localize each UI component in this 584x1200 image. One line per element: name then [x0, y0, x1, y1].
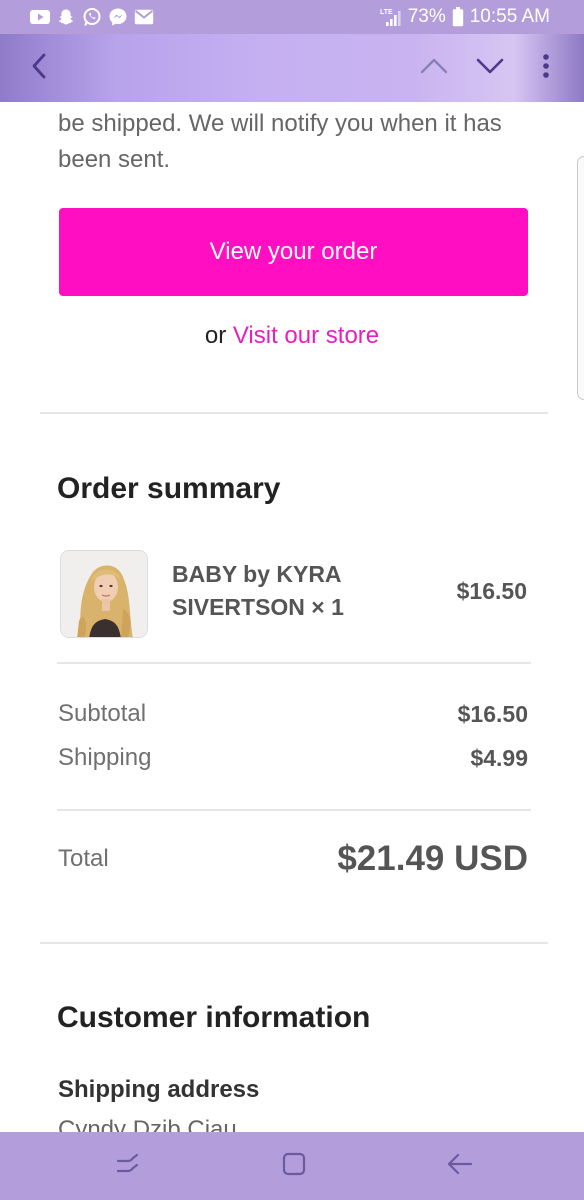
- snapchat-icon: [56, 7, 76, 27]
- whatsapp-icon: [82, 7, 102, 27]
- email-toolbar: [0, 34, 584, 102]
- intro-text: be shipped. We will notify you when it h…: [58, 110, 502, 173]
- items-divider: [57, 662, 531, 664]
- product-thumbnail: [60, 550, 148, 638]
- chevron-down-icon: [475, 57, 505, 80]
- home-icon: [281, 1151, 307, 1182]
- system-back-button[interactable]: [436, 1142, 484, 1190]
- scroll-indicator[interactable]: [577, 156, 584, 400]
- status-bar: LTE 73% 10:55 AM: [0, 0, 584, 34]
- shipping-address-name: Cyndy Dzib Ciau: [58, 1116, 237, 1132]
- previous-email-button[interactable]: [406, 40, 462, 96]
- product-name: BABY by KYRA SIVERTSON × 1: [172, 561, 344, 620]
- section-divider: [40, 942, 548, 944]
- product-price: $16.50: [456, 578, 527, 604]
- visit-store-line: or Visit our store: [0, 322, 584, 350]
- signal-icon: LTE: [380, 7, 402, 27]
- gmail-icon: [134, 7, 154, 27]
- section-divider: [40, 412, 548, 414]
- back-button[interactable]: [12, 40, 68, 96]
- navigation-bar: [0, 1132, 584, 1200]
- clock: 10:55 AM: [469, 6, 550, 27]
- email-body[interactable]: be shipped. We will notify you when it h…: [0, 102, 584, 1132]
- youtube-icon: [30, 7, 50, 27]
- shipping-address-label: Shipping address: [58, 1076, 260, 1103]
- total-value: $21.49 USD: [337, 839, 528, 878]
- subtotal-value: $16.50: [457, 701, 528, 727]
- more-options-button[interactable]: [518, 40, 574, 96]
- shipping-value: $4.99: [470, 745, 528, 771]
- total-divider: [57, 809, 531, 811]
- recent-apps-icon: [115, 1153, 141, 1180]
- view-order-button[interactable]: View your order: [59, 208, 528, 296]
- order-summary-heading: Order summary: [57, 472, 281, 505]
- total-label: Total: [58, 845, 109, 872]
- network-type-label: LTE: [380, 9, 393, 16]
- next-email-button[interactable]: [462, 40, 518, 96]
- visit-store-link[interactable]: Visit our store: [233, 322, 379, 349]
- system-status: LTE 73% 10:55 AM: [380, 6, 550, 28]
- battery-percent: 73%: [407, 6, 446, 27]
- woman-portrait-image: [61, 551, 147, 637]
- visit-prefix: or: [204, 322, 227, 349]
- messenger-icon: [108, 7, 128, 27]
- recent-apps-button[interactable]: [104, 1142, 152, 1190]
- more-vert-icon: [542, 53, 550, 84]
- notification-icons: [30, 7, 154, 27]
- back-icon: [446, 1152, 474, 1181]
- home-button[interactable]: [270, 1142, 318, 1190]
- subtotal-label: Subtotal: [58, 700, 147, 727]
- customer-information-heading: Customer information: [57, 1001, 371, 1034]
- back-icon: [30, 52, 50, 85]
- shipping-label: Shipping: [58, 744, 152, 771]
- battery-icon: [452, 7, 464, 27]
- chevron-up-icon: [419, 57, 449, 80]
